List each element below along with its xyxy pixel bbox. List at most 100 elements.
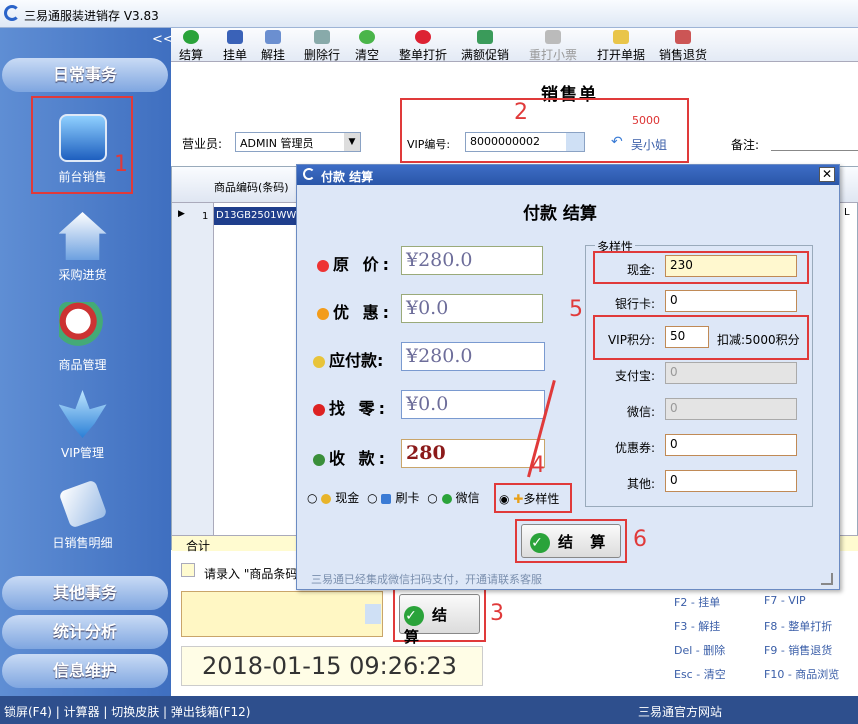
- vip-name: 吴小姐: [631, 138, 668, 152]
- note-input[interactable]: [771, 150, 858, 151]
- wechat-pay-input[interactable]: 0: [665, 398, 797, 420]
- title-bar: 三易通服装进销存 V3.83: [0, 0, 858, 28]
- official-site-link[interactable]: 三易通官方网站: [638, 703, 722, 720]
- search-icon[interactable]: [365, 604, 381, 624]
- gift-icon: [477, 30, 493, 44]
- cash-label: 现金:: [626, 263, 655, 277]
- section-daily-affairs[interactable]: 日常事务: [2, 58, 168, 92]
- toolbar-open-doc-button[interactable]: 打开单据: [597, 30, 645, 63]
- toolbar-hold-button[interactable]: 挂单: [223, 30, 247, 63]
- annotation-num-2: 2: [514, 100, 528, 125]
- payment-method-radios: ○ 现金 ○ 刷卡 ○ 微信: [307, 489, 480, 506]
- dialog-footer-note: 三易通已经集成微信扫码支付，开通请联系客服: [311, 573, 542, 586]
- status-bar: 锁屏(F4) | 计算器 | 切换皮肤 | 弹出钱箱(F12) 三易通官方网站: [0, 696, 858, 724]
- annotation-num-5: 5: [569, 297, 583, 322]
- bank-card-input[interactable]: 0: [665, 290, 797, 312]
- discount-icon: [415, 30, 431, 44]
- original-price-label: 原 价:: [317, 251, 393, 275]
- vip-points: 5000: [632, 114, 660, 127]
- strawberry-icon: [317, 259, 329, 272]
- check-icon: ✓: [404, 605, 424, 626]
- discount-label: 优 惠:: [317, 299, 393, 323]
- section-other-affairs[interactable]: 其他事务: [2, 576, 168, 610]
- radio-multi[interactable]: ◉ ✚多样性: [499, 490, 559, 507]
- row-number: 1: [202, 211, 209, 222]
- radio-wechat[interactable]: ○ 微信: [427, 491, 479, 505]
- close-icon[interactable]: ✕: [819, 167, 835, 182]
- payable-field: ¥280.0: [401, 342, 545, 371]
- cash-input[interactable]: 230: [665, 255, 797, 277]
- vip-number-input[interactable]: 8000000002: [465, 132, 585, 152]
- dialog-body: 付款 结算 原 价: ¥280.0 优 惠: ¥0.0 应付款: ¥280.0 …: [301, 187, 835, 587]
- folder-icon: [613, 30, 629, 44]
- save-icon: [227, 30, 243, 44]
- printer-icon: [545, 30, 561, 44]
- section-info-maintenance[interactable]: 信息维护: [2, 654, 168, 688]
- coins-icon: [321, 493, 332, 504]
- change-label: 找 零:: [313, 395, 389, 419]
- toolbar-return-button[interactable]: 销售退货: [659, 30, 707, 63]
- annotation-num-6: 6: [633, 527, 647, 552]
- other-input[interactable]: 0: [665, 470, 797, 492]
- row-code-cell[interactable]: D13GB2501WWL: [214, 207, 302, 225]
- toolbar-settle-button[interactable]: 结算: [179, 30, 203, 63]
- datetime-display: 2018-01-15 09:26:23: [181, 646, 483, 686]
- vip-leaf-icon: [58, 390, 107, 438]
- toolbar-clear-button[interactable]: 清空: [355, 30, 379, 63]
- radio-cash[interactable]: ○ 现金: [307, 491, 359, 505]
- search-icon[interactable]: [566, 133, 584, 151]
- resize-grip-icon[interactable]: [821, 573, 833, 585]
- sidebar-item-purchase[interactable]: 采购进货: [20, 212, 145, 283]
- received-label: 收 款:: [313, 445, 389, 469]
- row-extra: L: [844, 207, 850, 218]
- radio-card[interactable]: ○ 刷卡: [367, 491, 419, 505]
- delete-row-icon: [314, 30, 330, 44]
- status-actions[interactable]: 锁屏(F4) | 计算器 | 切换皮肤 | 弹出钱箱(F12): [4, 703, 250, 720]
- vip-points-input[interactable]: 50: [665, 326, 709, 348]
- watermelon-icon: [313, 453, 325, 466]
- staff-select[interactable]: ADMIN 管理员 ▼: [235, 132, 361, 152]
- sidebar-item-pos-sales[interactable]: 前台销售: [20, 114, 145, 185]
- hint-box: [181, 563, 195, 577]
- section-statistics[interactable]: 统计分析: [2, 615, 168, 649]
- app-title: 三易通服装进销存 V3.83: [24, 9, 159, 23]
- other-label: 其他:: [626, 477, 655, 491]
- grid-header-code: 商品编码(条码): [214, 181, 289, 194]
- dialog-title-bar: 付款 结算 ✕: [297, 165, 839, 185]
- dialog-heading: 付款 结算: [523, 204, 597, 224]
- note-label: 备注:: [731, 138, 760, 152]
- toolbar-reprint-button[interactable]: 重打小票: [529, 30, 577, 63]
- book-icon: [265, 30, 281, 44]
- toolbar-unhold-button[interactable]: 解挂: [261, 30, 285, 63]
- sidebar-item-daily-detail[interactable]: 日销售明细: [20, 479, 145, 551]
- refresh-icon: [359, 30, 375, 44]
- monitor-icon: [58, 114, 107, 162]
- smiley-icon: [313, 355, 325, 368]
- apple-icon: [313, 403, 325, 416]
- undo-icon[interactable]: ↶: [611, 134, 623, 150]
- dialog-settle-button[interactable]: ✓ 结 算: [521, 524, 621, 558]
- plus-icon: ✚: [513, 492, 524, 506]
- barcode-input[interactable]: [181, 591, 383, 637]
- chevron-down-icon[interactable]: ▼: [344, 133, 360, 151]
- check-icon: ✓: [530, 532, 550, 553]
- sidebar-item-vip[interactable]: VIP管理: [20, 390, 145, 461]
- check-icon: [183, 30, 199, 44]
- sidebar-item-products[interactable]: 商品管理: [20, 302, 145, 373]
- alipay-label: 支付宝:: [614, 369, 655, 383]
- change-field: ¥0.0: [401, 390, 545, 419]
- toolbar: 结算 挂单 解挂 删除行 清空 整单打折 满额促销 重打小票 打开单据 销售退货: [171, 28, 858, 62]
- hotkey-panel: F2 - 挂单 F7 - VIP F3 - 解挂 F8 - 整单打折 Del - 删…: [674, 594, 840, 681]
- annotation-box-2: [400, 98, 689, 163]
- return-icon: [675, 30, 691, 44]
- toolbar-promo-button[interactable]: 满额促销: [461, 30, 509, 63]
- staff-label: 营业员:: [182, 137, 223, 151]
- wechat-pay-label: 微信:: [626, 405, 655, 419]
- toolbar-discount-button[interactable]: 整单打折: [399, 30, 447, 63]
- sidebar: << 日常事务 1 前台销售 采购进货 商品管理 VIP管理 日销售明细 其他事…: [0, 28, 174, 696]
- coupon-input[interactable]: 0: [665, 434, 797, 456]
- received-input[interactable]: 280: [401, 439, 545, 468]
- toolbar-delete-row-button[interactable]: 删除行: [304, 30, 340, 63]
- alipay-input[interactable]: 0: [665, 362, 797, 384]
- main-settle-button[interactable]: ✓ 结 算: [399, 594, 480, 646]
